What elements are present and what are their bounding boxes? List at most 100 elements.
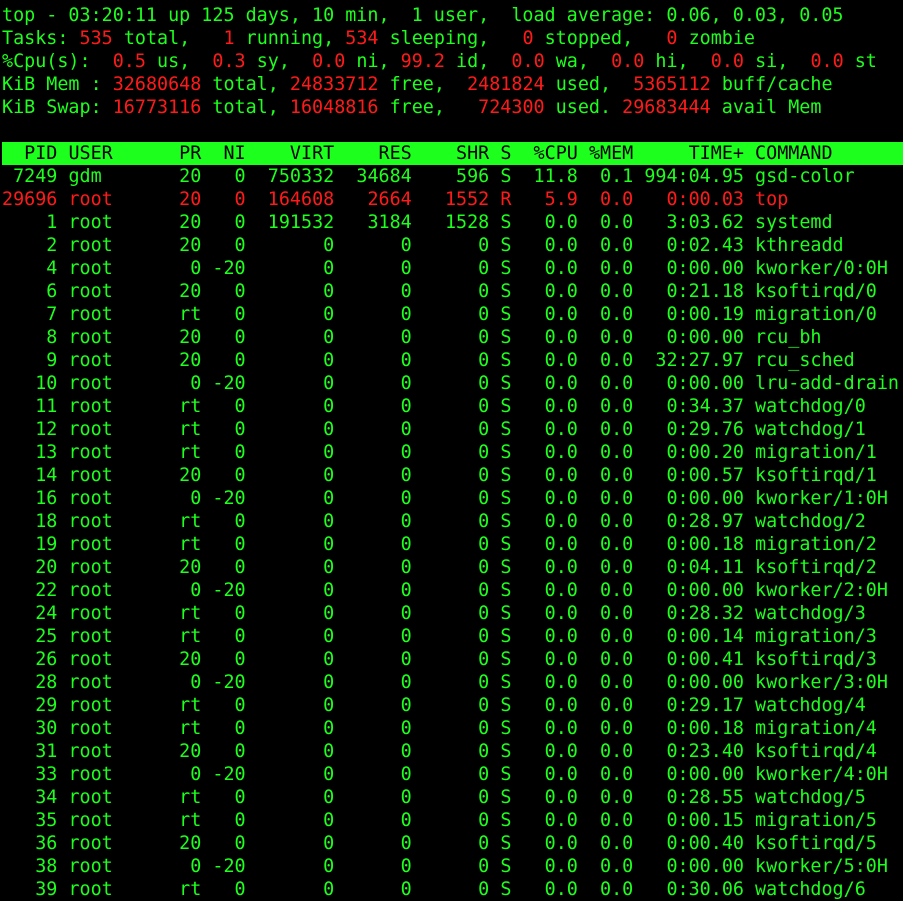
table-row[interactable]: 24 root rt 0 0 0 0 S 0.0 0.0 0:28.32 wat…	[2, 602, 903, 625]
col-pid: 18	[2, 511, 58, 532]
col-command: kworker/0:0H	[755, 258, 903, 279]
process-table-header: PID USER PR NI VIRT RES SHR S %CPU %MEM …	[2, 142, 903, 165]
col-pr: rt	[168, 787, 202, 808]
col-state: S	[500, 672, 512, 693]
col-pid: 39	[2, 879, 58, 900]
table-row[interactable]: 35 root rt 0 0 0 0 S 0.0 0.0 0:00.15 mig…	[2, 809, 903, 832]
table-row[interactable]: 16 root 0 -20 0 0 0 S 0.0 0.0 0:00.00 kw…	[2, 487, 903, 510]
table-row[interactable]: 7249 gdm 20 0 750332 34684 596 S 11.8 0.…	[2, 165, 903, 188]
col-time: 3:03.62	[644, 212, 744, 233]
col-pid: 36	[2, 833, 58, 854]
table-row[interactable]: 34 root rt 0 0 0 0 S 0.0 0.0 0:28.55 wat…	[2, 786, 903, 809]
col-virt: 0	[256, 442, 335, 463]
tasks-running: 1	[223, 28, 235, 49]
swap-used: 724300	[478, 97, 545, 118]
col-command: watchdog/2	[755, 511, 903, 532]
col-pr: rt	[168, 534, 202, 555]
tasks-zombie: 0	[666, 28, 678, 49]
col-mem: 0.0	[588, 350, 634, 371]
table-row[interactable]: 28 root 0 -20 0 0 0 S 0.0 0.0 0:00.00 kw…	[2, 671, 903, 694]
col-command: ksoftirqd/4	[755, 741, 903, 762]
col-state: S	[500, 741, 512, 762]
col-pid: 6	[2, 281, 58, 302]
table-row[interactable]: 29696 root 20 0 164608 2664 1552 R 5.9 0…	[2, 188, 903, 211]
table-row[interactable]: 26 root 20 0 0 0 0 S 0.0 0.0 0:00.41 kso…	[2, 648, 903, 671]
col-res: 34684	[345, 166, 412, 187]
col-ni: 0	[212, 212, 246, 233]
col-mem: 0.0	[588, 212, 634, 233]
table-row[interactable]: 19 root rt 0 0 0 0 S 0.0 0.0 0:00.18 mig…	[2, 533, 903, 556]
col-state: S	[500, 534, 512, 555]
uptime-text: top - 03:20:11 up 125 days, 10 min, 1 us…	[2, 5, 844, 26]
col-pid: 10	[2, 373, 58, 394]
mem-total: 32680648	[112, 74, 202, 95]
col-virt: 0	[256, 511, 335, 532]
table-row[interactable]: 29 root rt 0 0 0 0 S 0.0 0.0 0:29.17 wat…	[2, 694, 903, 717]
col-cpu: 0.0	[522, 603, 578, 624]
table-row[interactable]: 6 root 20 0 0 0 0 S 0.0 0.0 0:21.18 ksof…	[2, 280, 903, 303]
table-row[interactable]: 12 root rt 0 0 0 0 S 0.0 0.0 0:29.76 wat…	[2, 418, 903, 441]
col-cpu: 11.8	[522, 166, 578, 187]
col-pr: 20	[168, 350, 202, 371]
col-shr: 0	[422, 718, 490, 739]
col-pr: rt	[168, 511, 202, 532]
tasks-label: Tasks:	[2, 28, 69, 49]
table-row[interactable]: 38 root 0 -20 0 0 0 S 0.0 0.0 0:00.00 kw…	[2, 855, 903, 878]
col-shr: 0	[422, 695, 490, 716]
tasks-stopped-label: stopped,	[544, 28, 634, 49]
col-pr: 20	[168, 649, 202, 670]
col-virt: 0	[256, 580, 335, 601]
col-pr: rt	[168, 603, 202, 624]
col-command: lru-add-drain	[755, 373, 903, 394]
col-pid: 29	[2, 695, 58, 716]
col-pid: 31	[2, 741, 58, 762]
table-row[interactable]: 9 root 20 0 0 0 0 S 0.0 0.0 32:27.97 rcu…	[2, 349, 903, 372]
table-row[interactable]: 30 root rt 0 0 0 0 S 0.0 0.0 0:00.18 mig…	[2, 717, 903, 740]
col-mem: 0.0	[588, 856, 634, 877]
col-ni: 0	[212, 419, 246, 440]
col-state: S	[500, 258, 512, 279]
col-cpu: 0.0	[522, 396, 578, 417]
table-row[interactable]: 20 root 20 0 0 0 0 S 0.0 0.0 0:04.11 kso…	[2, 556, 903, 579]
col-cpu: 0.0	[522, 511, 578, 532]
col-mem: 0.0	[588, 580, 634, 601]
col-user: gdm	[68, 166, 158, 187]
col-pid: 2	[2, 235, 58, 256]
col-mem: 0.0	[588, 304, 634, 325]
table-row[interactable]: 33 root 0 -20 0 0 0 S 0.0 0.0 0:00.00 kw…	[2, 763, 903, 786]
col-user: root	[68, 350, 158, 371]
col-ni: 0	[212, 833, 246, 854]
col-command: rcu_sched	[755, 350, 903, 371]
col-shr: 0	[422, 373, 490, 394]
table-row[interactable]: 14 root 20 0 0 0 0 S 0.0 0.0 0:00.57 kso…	[2, 464, 903, 487]
col-time: 0:00.14	[644, 626, 744, 647]
header-command: COMMAND	[755, 143, 903, 164]
col-state: S	[500, 833, 512, 854]
col-time: 0:00.00	[644, 327, 744, 348]
table-row[interactable]: 8 root 20 0 0 0 0 S 0.0 0.0 0:00.00 rcu_…	[2, 326, 903, 349]
table-row[interactable]: 10 root 0 -20 0 0 0 S 0.0 0.0 0:00.00 lr…	[2, 372, 903, 395]
terminal[interactable]: top - 03:20:11 up 125 days, 10 min, 1 us…	[2, 4, 903, 901]
table-row[interactable]: 31 root 20 0 0 0 0 S 0.0 0.0 0:23.40 kso…	[2, 740, 903, 763]
col-res: 0	[345, 465, 412, 486]
col-pid: 1	[2, 212, 58, 233]
table-row[interactable]: 1 root 20 0 191532 3184 1528 S 0.0 0.0 3…	[2, 211, 903, 234]
table-row[interactable]: 25 root rt 0 0 0 0 S 0.0 0.0 0:00.14 mig…	[2, 625, 903, 648]
table-row[interactable]: 18 root rt 0 0 0 0 S 0.0 0.0 0:28.97 wat…	[2, 510, 903, 533]
cpu-id: 99.2	[400, 51, 445, 72]
table-row[interactable]: 36 root 20 0 0 0 0 S 0.0 0.0 0:00.40 kso…	[2, 832, 903, 855]
col-cpu: 0.0	[522, 235, 578, 256]
col-shr: 0	[422, 603, 490, 624]
cpu-hi: 0.0	[611, 51, 645, 72]
table-row[interactable]: 2 root 20 0 0 0 0 S 0.0 0.0 0:02.43 kthr…	[2, 234, 903, 257]
col-ni: 0	[212, 787, 246, 808]
table-row[interactable]: 13 root rt 0 0 0 0 S 0.0 0.0 0:00.20 mig…	[2, 441, 903, 464]
col-cpu: 0.0	[522, 626, 578, 647]
col-shr: 0	[422, 741, 490, 762]
col-shr: 0	[422, 327, 490, 348]
table-row[interactable]: 11 root rt 0 0 0 0 S 0.0 0.0 0:34.37 wat…	[2, 395, 903, 418]
table-row[interactable]: 22 root 0 -20 0 0 0 S 0.0 0.0 0:00.00 kw…	[2, 579, 903, 602]
swap-free: 16048816	[289, 97, 379, 118]
table-row[interactable]: 7 root rt 0 0 0 0 S 0.0 0.0 0:00.19 migr…	[2, 303, 903, 326]
table-row[interactable]: 4 root 0 -20 0 0 0 S 0.0 0.0 0:00.00 kwo…	[2, 257, 903, 280]
